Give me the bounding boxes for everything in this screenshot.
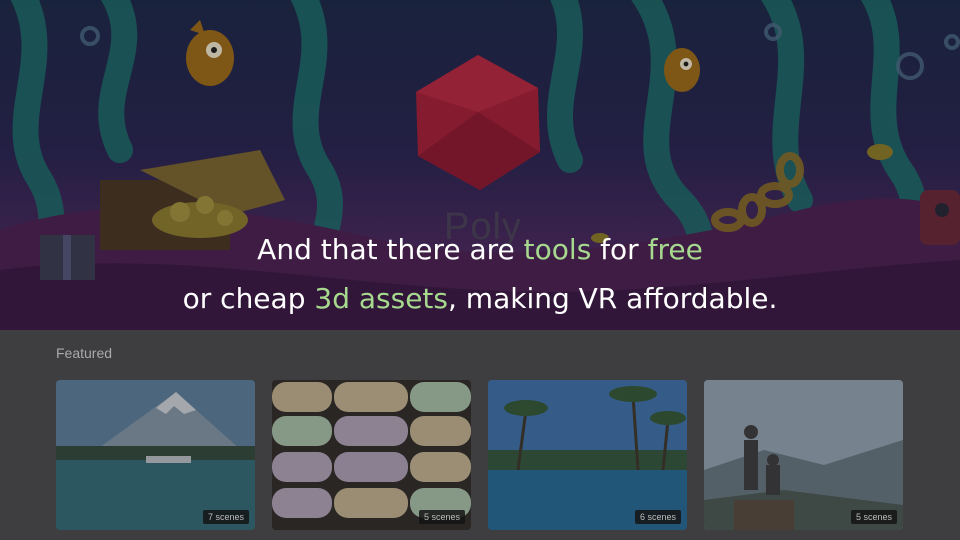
scene-count-badge: 6 scenes <box>634 510 681 524</box>
featured-card[interactable]: 6 scenes <box>488 380 687 530</box>
slide-caption: And that there are tools for free or che… <box>0 225 960 323</box>
caption-line-2: or cheap 3d assets, making VR affordable… <box>182 282 778 315</box>
scene-count-badge: 5 scenes <box>418 510 465 524</box>
highlight-tools: tools <box>523 233 592 266</box>
section-title: Featured <box>56 345 113 361</box>
featured-card[interactable]: 7 scenes <box>56 380 255 530</box>
highlight-free: free <box>647 233 703 266</box>
caption-line-1: And that there are tools for free <box>257 233 703 266</box>
featured-card[interactable]: 5 scenes <box>272 380 471 530</box>
scene-count-badge: 5 scenes <box>850 510 897 524</box>
featured-card[interactable]: 5 scenes <box>704 380 903 530</box>
highlight-3d-assets: 3d assets <box>314 282 448 315</box>
featured-section: Featured 7 scenes 5 scenes 6 scenes 5 sc… <box>0 330 960 540</box>
scene-count-badge: 7 scenes <box>202 510 249 524</box>
